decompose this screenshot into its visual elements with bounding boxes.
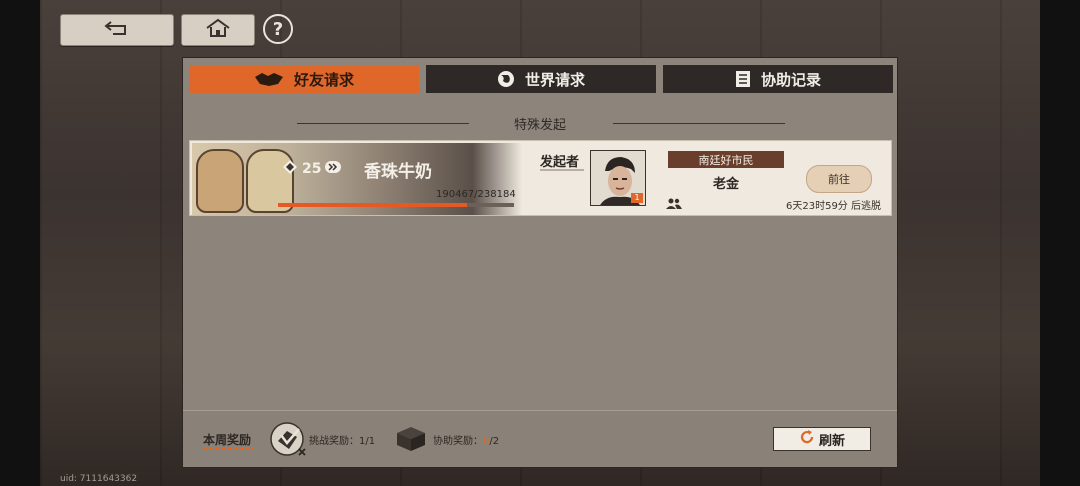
globe-icon [497, 70, 515, 88]
tab-world-requests[interactable]: 世界请求 [426, 65, 656, 93]
boss-name: 香珠牛奶 [364, 162, 432, 182]
hp-bar-fill [278, 203, 467, 207]
go-button[interactable]: 前往 [806, 165, 872, 193]
assist-reward-label: 协助奖励： [433, 436, 483, 447]
user-id: uid: 7111643362 [60, 474, 138, 484]
player-name: 老金 [712, 177, 739, 192]
help-button[interactable]: ? [263, 14, 293, 44]
initiator-underline [540, 169, 584, 171]
tab-label: 好友请求 [293, 70, 354, 89]
right-letterbox [1040, 0, 1080, 486]
boss-level: 25 [282, 159, 342, 179]
tab-label: 世界请求 [524, 70, 585, 89]
handshake-icon [254, 71, 284, 87]
tab-bar: 好友请求 世界请求 协助记录 [189, 65, 893, 95]
refresh-button[interactable]: 刷新 [773, 427, 871, 451]
weekly-reward-underline [203, 447, 253, 449]
challenge-reward-text: 挑战奖励：1/1 [309, 436, 376, 447]
tab-friend-requests[interactable]: 好友请求 [189, 65, 419, 93]
assist-reward-box-icon[interactable] [395, 425, 427, 455]
weekly-reward-label: 本周奖励 [203, 433, 252, 447]
boss-mascot-left [196, 149, 244, 213]
section-title: 特殊发起 [513, 118, 566, 133]
refresh-label: 刷新 [818, 433, 845, 449]
tab-assist-records[interactable]: 协助记录 [663, 65, 893, 93]
home-button[interactable] [181, 14, 255, 46]
divider [613, 123, 785, 124]
refresh-icon [799, 429, 815, 449]
hp-text: 190467/238184 [436, 189, 516, 200]
escape-timer: 6天23时59分 后逃脱 [786, 201, 881, 212]
assist-reward-max: /2 [489, 436, 500, 447]
friends-icon [666, 195, 682, 214]
hp-bar [278, 203, 514, 207]
fast-forward-icon [325, 161, 342, 177]
avatar-badge: 1 [631, 193, 643, 203]
document-icon [735, 70, 751, 88]
boss-level-value: 25 [302, 161, 322, 177]
assist-reward-text: 协助奖励：0/2 [433, 432, 499, 447]
left-letterbox [0, 0, 40, 486]
return-arrow-icon [103, 20, 131, 40]
home-icon [205, 18, 231, 42]
assist-panel: 好友请求 世界请求 协助记录 特殊发起 25 香珠牛奶 190467/23818… [182, 57, 898, 468]
initiator-label: 发起者 [540, 155, 580, 170]
request-card[interactable]: 25 香珠牛奶 190467/238184 发起者 1 南廷好市民 老金 前往 … [189, 140, 892, 216]
challenge-reward-icon[interactable] [269, 419, 309, 463]
player-title-banner: 南廷好市民 [668, 151, 784, 168]
player-avatar[interactable]: 1 [590, 150, 646, 206]
back-button[interactable] [60, 14, 174, 46]
weekly-rewards-bar: 本周奖励 挑战奖励：1/1 协助奖励：0/2 刷新 [183, 410, 897, 467]
boss-emblem-icon [282, 159, 298, 179]
tab-label: 协助记录 [760, 70, 821, 89]
